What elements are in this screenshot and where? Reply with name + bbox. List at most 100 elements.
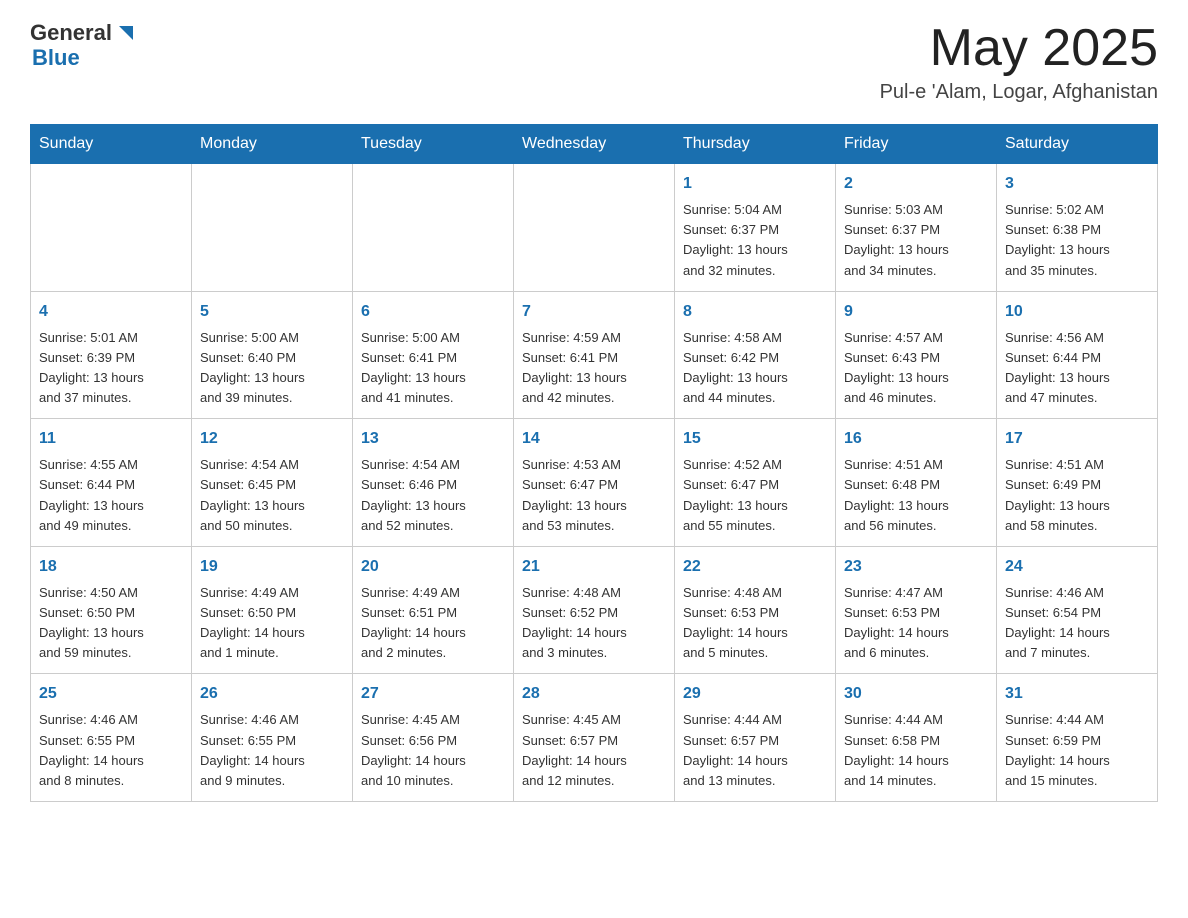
calendar-cell: 20 Sunrise: 4:49 AMSunset: 6:51 PMDayligh… (353, 546, 514, 674)
calendar-table: SundayMondayTuesdayWednesdayThursdayFrid… (30, 124, 1158, 802)
day-number: 8 (683, 300, 827, 324)
calendar-cell: 25 Sunrise: 4:46 AMSunset: 6:55 PMDayligh… (31, 674, 192, 802)
day-info: Sunrise: 4:44 AMSunset: 6:59 PMDaylight:… (1005, 710, 1149, 791)
calendar-cell: 12 Sunrise: 4:54 AMSunset: 6:45 PMDayligh… (192, 419, 353, 547)
day-info: Sunrise: 4:59 AMSunset: 6:41 PMDaylight:… (522, 328, 666, 409)
day-number: 18 (39, 555, 183, 579)
calendar-header-saturday: Saturday (997, 125, 1158, 164)
day-info: Sunrise: 4:50 AMSunset: 6:50 PMDaylight:… (39, 583, 183, 664)
month-title: May 2025 (880, 20, 1158, 77)
day-number: 4 (39, 300, 183, 324)
calendar-cell: 17 Sunrise: 4:51 AMSunset: 6:49 PMDayligh… (997, 419, 1158, 547)
day-info: Sunrise: 4:48 AMSunset: 6:52 PMDaylight:… (522, 583, 666, 664)
day-number: 17 (1005, 427, 1149, 451)
calendar-cell: 30Sunrise: 4:44 AMSunset: 6:58 PMDayligh… (836, 674, 997, 802)
calendar-cell: 3 Sunrise: 5:02 AMSunset: 6:38 PMDaylight… (997, 164, 1158, 292)
day-number: 28 (522, 682, 666, 706)
calendar-cell: 29 Sunrise: 4:44 AMSunset: 6:57 PMDayligh… (675, 674, 836, 802)
day-number: 31 (1005, 682, 1149, 706)
calendar-header-sunday: Sunday (31, 125, 192, 164)
calendar-cell (514, 164, 675, 292)
calendar-cell: 11Sunrise: 4:55 AMSunset: 6:44 PMDayligh… (31, 419, 192, 547)
calendar-header-friday: Friday (836, 125, 997, 164)
day-info: Sunrise: 4:45 AMSunset: 6:56 PMDaylight:… (361, 710, 505, 791)
day-info: Sunrise: 5:00 AMSunset: 6:40 PMDaylight:… (200, 328, 344, 409)
day-number: 20 (361, 555, 505, 579)
day-number: 3 (1005, 172, 1149, 196)
day-number: 25 (39, 682, 183, 706)
day-number: 2 (844, 172, 988, 196)
calendar-cell: 21 Sunrise: 4:48 AMSunset: 6:52 PMDayligh… (514, 546, 675, 674)
day-number: 11 (39, 427, 183, 451)
calendar-cell: 10Sunrise: 4:56 AMSunset: 6:44 PMDayligh… (997, 291, 1158, 419)
day-number: 9 (844, 300, 988, 324)
calendar-cell: 24 Sunrise: 4:46 AMSunset: 6:54 PMDayligh… (997, 546, 1158, 674)
day-info: Sunrise: 4:44 AMSunset: 6:57 PMDaylight:… (683, 710, 827, 791)
calendar-cell: 27Sunrise: 4:45 AMSunset: 6:56 PMDayligh… (353, 674, 514, 802)
day-number: 21 (522, 555, 666, 579)
logo: General Blue (30, 20, 137, 71)
day-number: 7 (522, 300, 666, 324)
day-info: Sunrise: 4:45 AMSunset: 6:57 PMDaylight:… (522, 710, 666, 791)
calendar-header-thursday: Thursday (675, 125, 836, 164)
calendar-cell: 28 Sunrise: 4:45 AMSunset: 6:57 PMDayligh… (514, 674, 675, 802)
day-info: Sunrise: 4:48 AMSunset: 6:53 PMDaylight:… (683, 583, 827, 664)
calendar-cell: 8Sunrise: 4:58 AMSunset: 6:42 PMDaylight… (675, 291, 836, 419)
calendar-cell: 16 Sunrise: 4:51 AMSunset: 6:48 PMDayligh… (836, 419, 997, 547)
day-info: Sunrise: 4:54 AMSunset: 6:46 PMDaylight:… (361, 455, 505, 536)
calendar-cell: 1 Sunrise: 5:04 AMSunset: 6:37 PMDaylight… (675, 164, 836, 292)
day-number: 19 (200, 555, 344, 579)
calendar-cell: 5 Sunrise: 5:00 AMSunset: 6:40 PMDaylight… (192, 291, 353, 419)
calendar-cell: 26 Sunrise: 4:46 AMSunset: 6:55 PMDayligh… (192, 674, 353, 802)
calendar-cell: 19 Sunrise: 4:49 AMSunset: 6:50 PMDayligh… (192, 546, 353, 674)
calendar-cell: 18 Sunrise: 4:50 AMSunset: 6:50 PMDayligh… (31, 546, 192, 674)
logo-general: General (30, 20, 112, 45)
location-title: Pul-e 'Alam, Logar, Afghanistan (880, 81, 1158, 104)
day-number: 29 (683, 682, 827, 706)
day-info: Sunrise: 5:04 AMSunset: 6:37 PMDaylight:… (683, 200, 827, 281)
day-number: 26 (200, 682, 344, 706)
calendar-cell: 7 Sunrise: 4:59 AMSunset: 6:41 PMDaylight… (514, 291, 675, 419)
calendar-cell (353, 164, 514, 292)
day-number: 12 (200, 427, 344, 451)
day-info: Sunrise: 4:49 AMSunset: 6:50 PMDaylight:… (200, 583, 344, 664)
day-info: Sunrise: 4:51 AMSunset: 6:48 PMDaylight:… (844, 455, 988, 536)
calendar-header-monday: Monday (192, 125, 353, 164)
day-info: Sunrise: 4:49 AMSunset: 6:51 PMDaylight:… (361, 583, 505, 664)
day-info: Sunrise: 4:57 AMSunset: 6:43 PMDaylight:… (844, 328, 988, 409)
calendar-header-row: SundayMondayTuesdayWednesdayThursdayFrid… (31, 125, 1158, 164)
day-info: Sunrise: 4:54 AMSunset: 6:45 PMDaylight:… (200, 455, 344, 536)
calendar-cell: 22 Sunrise: 4:48 AMSunset: 6:53 PMDayligh… (675, 546, 836, 674)
day-number: 24 (1005, 555, 1149, 579)
day-number: 5 (200, 300, 344, 324)
title-section: May 2025 Pul-e 'Alam, Logar, Afghanistan (880, 20, 1158, 104)
week-row-4: 18 Sunrise: 4:50 AMSunset: 6:50 PMDayligh… (31, 546, 1158, 674)
calendar-cell (31, 164, 192, 292)
day-info: Sunrise: 4:51 AMSunset: 6:49 PMDaylight:… (1005, 455, 1149, 536)
day-info: Sunrise: 5:00 AMSunset: 6:41 PMDaylight:… (361, 328, 505, 409)
calendar-cell: 13 Sunrise: 4:54 AMSunset: 6:46 PMDayligh… (353, 419, 514, 547)
day-info: Sunrise: 4:52 AMSunset: 6:47 PMDaylight:… (683, 455, 827, 536)
day-info: Sunrise: 4:56 AMSunset: 6:44 PMDaylight:… (1005, 328, 1149, 409)
calendar-cell: 9 Sunrise: 4:57 AMSunset: 6:43 PMDaylight… (836, 291, 997, 419)
week-row-2: 4Sunrise: 5:01 AMSunset: 6:39 PMDaylight… (31, 291, 1158, 419)
day-info: Sunrise: 4:47 AMSunset: 6:53 PMDaylight:… (844, 583, 988, 664)
day-number: 1 (683, 172, 827, 196)
day-info: Sunrise: 5:02 AMSunset: 6:38 PMDaylight:… (1005, 200, 1149, 281)
day-info: Sunrise: 4:46 AMSunset: 6:55 PMDaylight:… (200, 710, 344, 791)
day-info: Sunrise: 4:53 AMSunset: 6:47 PMDaylight:… (522, 455, 666, 536)
calendar-cell (192, 164, 353, 292)
calendar-header-tuesday: Tuesday (353, 125, 514, 164)
calendar-cell: 15 Sunrise: 4:52 AMSunset: 6:47 PMDayligh… (675, 419, 836, 547)
day-number: 15 (683, 427, 827, 451)
day-number: 13 (361, 427, 505, 451)
logo-triangle-icon (115, 22, 137, 44)
calendar-cell: 14 Sunrise: 4:53 AMSunset: 6:47 PMDayligh… (514, 419, 675, 547)
calendar-cell: 23Sunrise: 4:47 AMSunset: 6:53 PMDayligh… (836, 546, 997, 674)
day-number: 16 (844, 427, 988, 451)
day-info: Sunrise: 4:46 AMSunset: 6:54 PMDaylight:… (1005, 583, 1149, 664)
day-number: 6 (361, 300, 505, 324)
day-info: Sunrise: 4:46 AMSunset: 6:55 PMDaylight:… (39, 710, 183, 791)
day-number: 22 (683, 555, 827, 579)
day-number: 14 (522, 427, 666, 451)
